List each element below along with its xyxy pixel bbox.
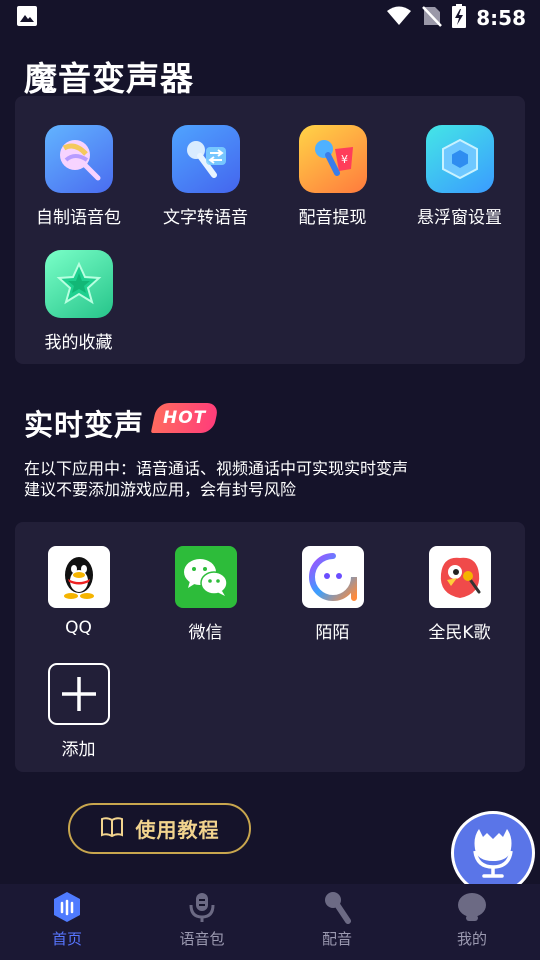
kge-bird-icon <box>428 546 491 608</box>
home-soundwave-icon <box>50 890 84 924</box>
app-quanmin-kge[interactable]: 全民K歌 <box>396 546 523 643</box>
app-wechat[interactable]: 微信 <box>142 546 269 643</box>
wechat-icon <box>174 546 237 608</box>
app-momo[interactable]: 陌陌 <box>269 546 396 643</box>
lollipop-icon <box>44 125 113 193</box>
profile-bubble-icon <box>455 890 489 924</box>
nav-mine[interactable]: 我的 <box>422 890 522 949</box>
nav-voice-pack[interactable]: 语音包 <box>152 890 252 949</box>
svg-text:¥: ¥ <box>341 153 348 166</box>
qq-penguin-icon <box>47 546 110 608</box>
mic-cash-icon: ¥ <box>298 125 367 193</box>
tools-panel: 自制语音包 文字转语音 ¥ 配音提现 悬浮窗设置 我的收藏 <box>15 96 525 364</box>
nav-dubbing[interactable]: 配音 <box>287 890 387 949</box>
tool-label: 悬浮窗设置 <box>417 208 502 228</box>
app-add-button[interactable]: 添加 <box>15 663 142 760</box>
tutorial-button-label: 使用教程 <box>135 818 220 842</box>
tool-my-favorites[interactable]: 我的收藏 <box>15 250 142 353</box>
nav-label: 语音包 <box>179 930 225 948</box>
plus-icon <box>47 663 110 725</box>
app-label: 全民K歌 <box>428 623 491 643</box>
nav-home[interactable]: 首页 <box>17 890 117 949</box>
wifi-icon <box>386 5 412 31</box>
tutorial-button[interactable]: 使用教程 <box>68 803 251 854</box>
voice-pack-mic-icon <box>185 890 219 924</box>
app-label: 微信 <box>188 623 223 643</box>
momo-icon <box>301 546 364 608</box>
star-icon <box>44 250 113 318</box>
tool-text-to-speech[interactable]: 文字转语音 <box>142 125 269 228</box>
realtime-description: 在以下应用中：语音通话、视频通话中可实现实时变声 建议不要添加游戏应用，会有封号… <box>24 458 408 500</box>
book-icon <box>100 816 124 842</box>
no-sim-icon <box>422 5 443 31</box>
hexagon-icon <box>425 125 494 193</box>
hot-badge: HOT <box>150 403 220 433</box>
bottom-nav: 首页 语音包 配音 我的 <box>0 884 540 960</box>
tool-floating-window-settings[interactable]: 悬浮窗设置 <box>396 125 523 228</box>
app-title: 魔音变声器 <box>24 59 194 98</box>
status-time: 8:58 <box>476 6 526 30</box>
tool-dubbing-cashout[interactable]: ¥ 配音提现 <box>269 125 396 228</box>
tool-label: 我的收藏 <box>44 333 113 353</box>
tool-label: 文字转语音 <box>163 208 248 228</box>
app-label: 添加 <box>61 740 96 760</box>
description-line-2: 建议不要添加游戏应用，会有封号风险 <box>24 480 297 499</box>
handheld-mic-icon <box>320 890 354 924</box>
nav-label: 配音 <box>321 930 352 948</box>
realtime-section-title: 实时变声 <box>24 408 145 442</box>
tool-label: 配音提现 <box>298 208 367 228</box>
apps-panel: QQ 微信 陌陌 全民K歌 添加 <box>15 522 525 772</box>
floating-mic-button[interactable] <box>451 811 535 895</box>
app-label: 陌陌 <box>315 623 350 643</box>
app-qq[interactable]: QQ <box>15 546 142 638</box>
mascot-microphone-icon <box>465 821 521 885</box>
microphone-transfer-icon <box>171 125 240 193</box>
app-label: QQ <box>65 618 92 638</box>
status-bar: 8:58 <box>0 0 540 36</box>
hot-badge-label: HOT <box>163 408 207 428</box>
description-line-1: 在以下应用中：语音通话、视频通话中可实现实时变声 <box>24 459 409 478</box>
tool-label: 自制语音包 <box>36 208 121 228</box>
gallery-notification-icon <box>16 5 38 31</box>
tool-custom-voice-pack[interactable]: 自制语音包 <box>15 125 142 228</box>
battery-charging-icon <box>452 4 467 32</box>
nav-label: 我的 <box>456 930 487 948</box>
nav-label: 首页 <box>51 930 82 948</box>
